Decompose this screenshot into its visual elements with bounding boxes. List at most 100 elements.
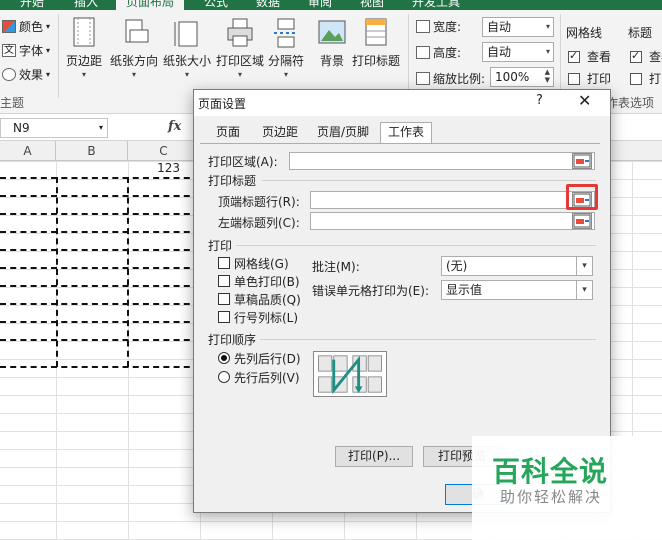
page-break-line (0, 177, 200, 179)
print-titles-icon (360, 16, 392, 50)
theme-effects-button[interactable]: 效果 ▾ (2, 66, 50, 83)
effects-icon (2, 68, 16, 81)
tab-margins[interactable]: 页边距 (256, 123, 304, 143)
height-label: 高度: (416, 44, 461, 61)
print-area-label: 打印区域(A): (208, 155, 278, 169)
left-cols-label: 左端标题列(C): (218, 216, 300, 230)
tab-data[interactable]: 数据 (256, 0, 280, 10)
ribbon-tabs: 开始 插入 页面布局 公式 数据 审阅 视图 开发工具 (0, 0, 662, 10)
print-titles-button[interactable]: 打印标题 (352, 16, 400, 69)
headings-label: 标题 (628, 26, 653, 40)
print-button[interactable]: 打印(P)... (335, 446, 413, 467)
zoom-icon (416, 72, 430, 85)
tab-divider (200, 143, 600, 144)
watermark-subtitle: 助你轻松解决 (500, 488, 603, 506)
column-b-header[interactable]: B (56, 141, 128, 161)
errors-select[interactable]: 显示值 ▾ (441, 280, 593, 300)
comments-select[interactable]: (无) ▾ (441, 256, 593, 276)
fonts-icon: 文 (2, 44, 16, 57)
draft-quality-label: 草稿品质(Q) (234, 293, 301, 307)
width-select[interactable]: 自动 ▾ (482, 17, 554, 37)
mono-print-label: 单色打印(B) (234, 275, 300, 289)
checkbox[interactable] (568, 49, 580, 63)
print-area-button[interactable]: 打印区域 ▾ (216, 16, 264, 79)
background-button[interactable]: 背景 (316, 16, 348, 69)
page-break-line (56, 177, 58, 367)
section-divider (236, 245, 596, 246)
range-select-icon (573, 214, 591, 228)
theme-fonts-button[interactable]: 文 字体 ▾ (2, 42, 50, 59)
watermark: 百科全说 助你轻松解决 (472, 436, 662, 540)
down-then-over-radio[interactable] (218, 352, 230, 364)
tab-sheet[interactable]: 工作表 (380, 122, 432, 144)
dialog-title: 页面设置 (198, 97, 247, 111)
top-rows-input[interactable] (310, 191, 595, 209)
errors-label: 错误单元格打印为(E): (312, 284, 429, 298)
draft-quality-checkbox[interactable] (218, 293, 230, 305)
page-break-line (0, 231, 200, 233)
column-c-header[interactable]: C (128, 141, 200, 161)
tab-page-layout[interactable]: 页面布局 (116, 0, 185, 10)
print-titles-label: 打印标题 (208, 174, 257, 188)
name-box[interactable]: N9 ▾ (0, 118, 108, 138)
orientation-button[interactable]: 纸张方向 ▾ (110, 16, 158, 79)
section-divider (262, 180, 596, 181)
over-then-down-radio[interactable] (218, 371, 230, 383)
page-break-line (0, 366, 200, 368)
gridlines-checkbox[interactable] (218, 257, 230, 269)
mono-print-checkbox[interactable] (218, 275, 230, 287)
gridlines-view-checkbox[interactable]: 查看 (568, 48, 611, 65)
breaks-icon (270, 16, 302, 50)
page-break-line (0, 321, 200, 323)
tab-formulas[interactable]: 公式 (204, 0, 228, 10)
print-area-picker[interactable] (572, 153, 592, 169)
range-select-icon (573, 154, 591, 168)
page-break-line (0, 285, 200, 287)
checkbox[interactable] (568, 72, 580, 85)
chevron-down-icon: ▾ (576, 257, 592, 275)
tab-view[interactable]: 视图 (360, 0, 384, 10)
left-cols-picker[interactable] (572, 213, 592, 229)
tab-home[interactable]: 开始 (20, 0, 44, 10)
down-then-over-label: 先列后行(D) (234, 352, 301, 366)
highlight-box (566, 184, 598, 210)
page-order-label: 打印顺序 (208, 333, 257, 347)
margins-button[interactable]: 页边距 ▾ (66, 16, 102, 79)
cell-c1-value[interactable]: 123 (150, 161, 180, 175)
tab-insert[interactable]: 插入 (74, 0, 98, 10)
fx-icon[interactable]: fx (168, 119, 181, 134)
headings-print-checkbox[interactable]: 打印 (630, 70, 662, 87)
close-button[interactable]: ✕ (578, 91, 591, 110)
column-a-header[interactable]: A (0, 141, 56, 161)
gridlines-label: 网格线 (566, 26, 603, 40)
tab-page[interactable]: 页面 (210, 123, 246, 143)
chevron-down-icon: ▾ (576, 281, 592, 299)
page-break-line (0, 267, 200, 269)
dialog-title-bar[interactable]: 页面设置 ? ✕ (194, 90, 610, 116)
checkbox[interactable] (630, 72, 642, 85)
page-order-preview (313, 351, 387, 397)
help-button[interactable]: ? (536, 93, 543, 108)
row-col-headings-label: 行号列标(L) (234, 311, 299, 325)
size-button[interactable]: 纸张大小 ▾ (163, 16, 211, 79)
tab-developer[interactable]: 开发工具 (412, 0, 460, 10)
height-select[interactable]: 自动 ▾ (482, 42, 554, 62)
chevron-down-icon: ▾ (98, 123, 103, 132)
row-col-headings-checkbox[interactable] (218, 311, 230, 323)
separator (408, 14, 409, 98)
zoom-spinner[interactable]: 100% ▲ ▼ (490, 67, 554, 87)
tab-header-footer[interactable]: 页眉/页脚 (312, 123, 374, 143)
theme-colors-button[interactable]: 颜色 ▾ (2, 18, 50, 35)
breaks-button[interactable]: 分隔符 ▾ (268, 16, 304, 79)
checkbox[interactable] (630, 49, 642, 63)
print-area-input[interactable] (289, 152, 595, 170)
comments-label: 批注(M): (312, 260, 360, 274)
left-cols-input[interactable] (310, 212, 595, 230)
section-divider (260, 339, 596, 340)
tab-review[interactable]: 审阅 (308, 0, 332, 10)
page-order-icon (318, 355, 382, 395)
watermark-title: 百科全说 (492, 455, 609, 488)
separator (560, 14, 561, 98)
gridlines-print-checkbox[interactable]: 打印 (568, 70, 611, 87)
headings-view-checkbox[interactable]: 查看 (630, 48, 662, 65)
